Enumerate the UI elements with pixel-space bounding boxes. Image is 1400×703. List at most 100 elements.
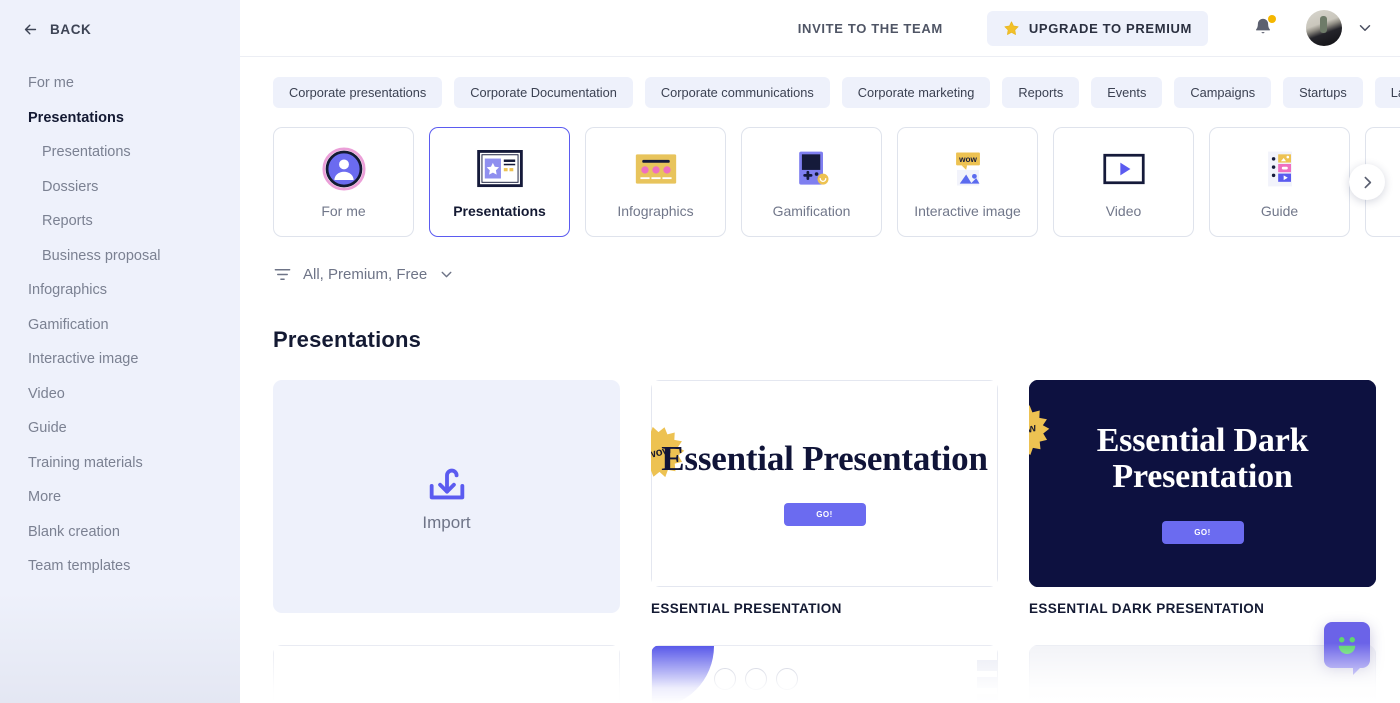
filter-label: All, Premium, Free — [303, 266, 428, 283]
sidebar-item-gamification[interactable]: Gamification — [0, 308, 240, 343]
filter-dropdown[interactable]: All, Premium, Free — [273, 265, 455, 284]
notifications-button[interactable] — [1252, 15, 1276, 40]
sidebar-item-business-proposal[interactable]: Business proposal — [0, 239, 240, 274]
wow-image-icon: wow — [945, 146, 991, 192]
sidebar-item-guide[interactable]: Guide — [0, 411, 240, 446]
slide-preview-light: wow Essential Presentation GO! — [651, 380, 998, 587]
sidebar-item-presentations[interactable]: Presentations — [0, 101, 240, 136]
invite-to-team-button[interactable]: INVITE TO THE TEAM — [788, 13, 953, 44]
category-card-label: Gamification — [772, 202, 851, 219]
template-card-partial-browser — [273, 645, 620, 703]
template-card-partial-circles — [651, 645, 998, 703]
tag-chip-corporate-presentations[interactable]: Corporate presentations — [273, 77, 443, 108]
sidebar-nav: For me Presentations Presentations Dossiers… — [0, 66, 240, 584]
template-name: ESSENTIAL DARK PRESENTATION — [1029, 601, 1265, 616]
sidebar: BACK For me Presentations Presentations Dos… — [0, 0, 240, 703]
tag-chip-corporate-documentation[interactable]: Corporate Documentation — [454, 77, 633, 108]
app-root: BACK For me Presentations Presentations Dos… — [0, 0, 1400, 703]
tag-chip-corporate-marketing[interactable]: Corporate marketing — [841, 77, 991, 108]
sidebar-item-team-templates[interactable]: Team templates — [0, 549, 240, 584]
chevron-down-icon[interactable] — [1356, 19, 1374, 37]
template-thumbnail[interactable]: wow Essential Dark Presentation GO! — [1029, 380, 1376, 587]
bar-shape — [977, 660, 997, 671]
blue-quarter-shape — [652, 646, 714, 703]
gameboy-icon — [789, 146, 835, 192]
user-circle-icon — [321, 146, 367, 192]
slide-title: Essential Dark Presentation — [1096, 422, 1309, 495]
tag-chip-startups[interactable]: Startups — [1283, 77, 1363, 108]
upgrade-label: UPGRADE TO PREMIUM — [1028, 20, 1192, 36]
template-card-import: Import — [273, 380, 620, 616]
sidebar-item-training-materials[interactable]: Training materials — [0, 446, 240, 481]
bar-shape — [977, 694, 997, 703]
chevron-right-icon — [1364, 176, 1371, 188]
sidebar-bottom-fade — [0, 593, 240, 703]
infographic-icon — [633, 146, 679, 192]
sidebar-item-interactive-image[interactable]: Interactive image — [0, 342, 240, 377]
slide-title-wrap: wow Essential Presentation — [651, 426, 988, 478]
category-card-label: Presentations — [453, 202, 546, 219]
video-play-icon — [1101, 146, 1147, 192]
sidebar-item-video[interactable]: Video — [0, 377, 240, 412]
template-thumbnail[interactable] — [651, 645, 998, 703]
side-bars-graphic — [977, 660, 997, 703]
tag-chip-corporate-communications[interactable]: Corporate communications — [644, 77, 830, 108]
template-grid-row-1: Import wow Essential Presentation GO! ES… — [273, 380, 1400, 616]
category-card-gamification[interactable]: Gamification — [741, 127, 882, 237]
category-card-guide[interactable]: Guide — [1209, 127, 1350, 237]
tag-chip-landing-pages[interactable]: Landing pages — [1374, 77, 1400, 108]
category-card-infographics[interactable]: Infographics — [585, 127, 726, 237]
slide-title-wrap: wow Essential Dark Presentation — [1029, 405, 1375, 495]
circle-shape — [745, 668, 767, 690]
sidebar-item-more[interactable]: More — [0, 480, 240, 515]
category-card-label: Guide — [1260, 202, 1299, 219]
category-card-interactive-image[interactable]: wow Interactive image — [897, 127, 1038, 237]
slide-cta-button: GO! — [783, 503, 866, 527]
slide-title: Essential Presentation — [661, 438, 988, 478]
top-bar: INVITE TO THE TEAM UPGRADE TO PREMIUM — [240, 0, 1400, 57]
import-label: Import — [422, 512, 471, 532]
chat-smiley-icon — [1338, 637, 1356, 654]
template-name: ESSENTIAL PRESENTATION — [651, 601, 842, 616]
svg-text:wow: wow — [958, 155, 977, 164]
upgrade-to-premium-button[interactable]: UPGRADE TO PREMIUM — [986, 10, 1208, 46]
template-thumbnail[interactable] — [273, 645, 620, 703]
tag-chip-campaigns[interactable]: Campaigns — [1174, 77, 1272, 108]
tag-chip-events[interactable]: Events — [1091, 77, 1163, 108]
category-card-label: For me — [321, 202, 366, 219]
slide-preview-dark: wow Essential Dark Presentation GO! — [1029, 380, 1376, 587]
template-grid-row-2 — [273, 645, 1400, 703]
back-button[interactable]: BACK — [0, 16, 240, 42]
filter-icon — [274, 269, 291, 280]
main-area: INVITE TO THE TEAM UPGRADE TO PREMIUM Co… — [240, 0, 1400, 703]
bar-shape — [977, 677, 997, 688]
avatar[interactable] — [1306, 10, 1342, 46]
sidebar-item-reports[interactable]: Reports — [0, 204, 240, 239]
category-card-label: Infographics — [617, 202, 694, 219]
import-button[interactable]: Import — [273, 380, 620, 613]
sidebar-item-for-me[interactable]: For me — [0, 66, 240, 101]
category-card-label: Video — [1105, 202, 1142, 219]
import-icon — [429, 468, 464, 499]
category-card-video[interactable]: Video — [1053, 127, 1194, 237]
carousel-next-button[interactable] — [1349, 164, 1385, 200]
tag-chip-reports[interactable]: Reports — [1002, 77, 1080, 108]
category-card-presentations[interactable]: Presentations — [429, 127, 570, 237]
circle-shape — [714, 668, 736, 690]
notification-badge — [1268, 15, 1276, 23]
sidebar-item-presentations[interactable]: Presentations — [0, 135, 240, 170]
chat-support-button[interactable] — [1324, 622, 1370, 675]
page-title: Presentations — [273, 327, 422, 352]
slide-star-icon — [476, 146, 523, 192]
template-card-essential-presentation: wow Essential Presentation GO! ESSENTIAL… — [651, 380, 998, 616]
arrow-left-icon — [24, 24, 37, 34]
category-card-for-me[interactable]: For me — [273, 127, 414, 237]
sidebar-item-infographics[interactable]: Infographics — [0, 273, 240, 308]
back-label: BACK — [50, 21, 92, 37]
sidebar-item-blank-creation[interactable]: Blank creation — [0, 515, 240, 550]
template-thumbnail[interactable]: wow Essential Presentation GO! — [651, 380, 998, 587]
star-icon — [1004, 20, 1019, 35]
slide-preview-browser — [273, 645, 620, 703]
chevron-down-icon — [441, 271, 452, 278]
sidebar-item-dossiers[interactable]: Dossiers — [0, 170, 240, 205]
